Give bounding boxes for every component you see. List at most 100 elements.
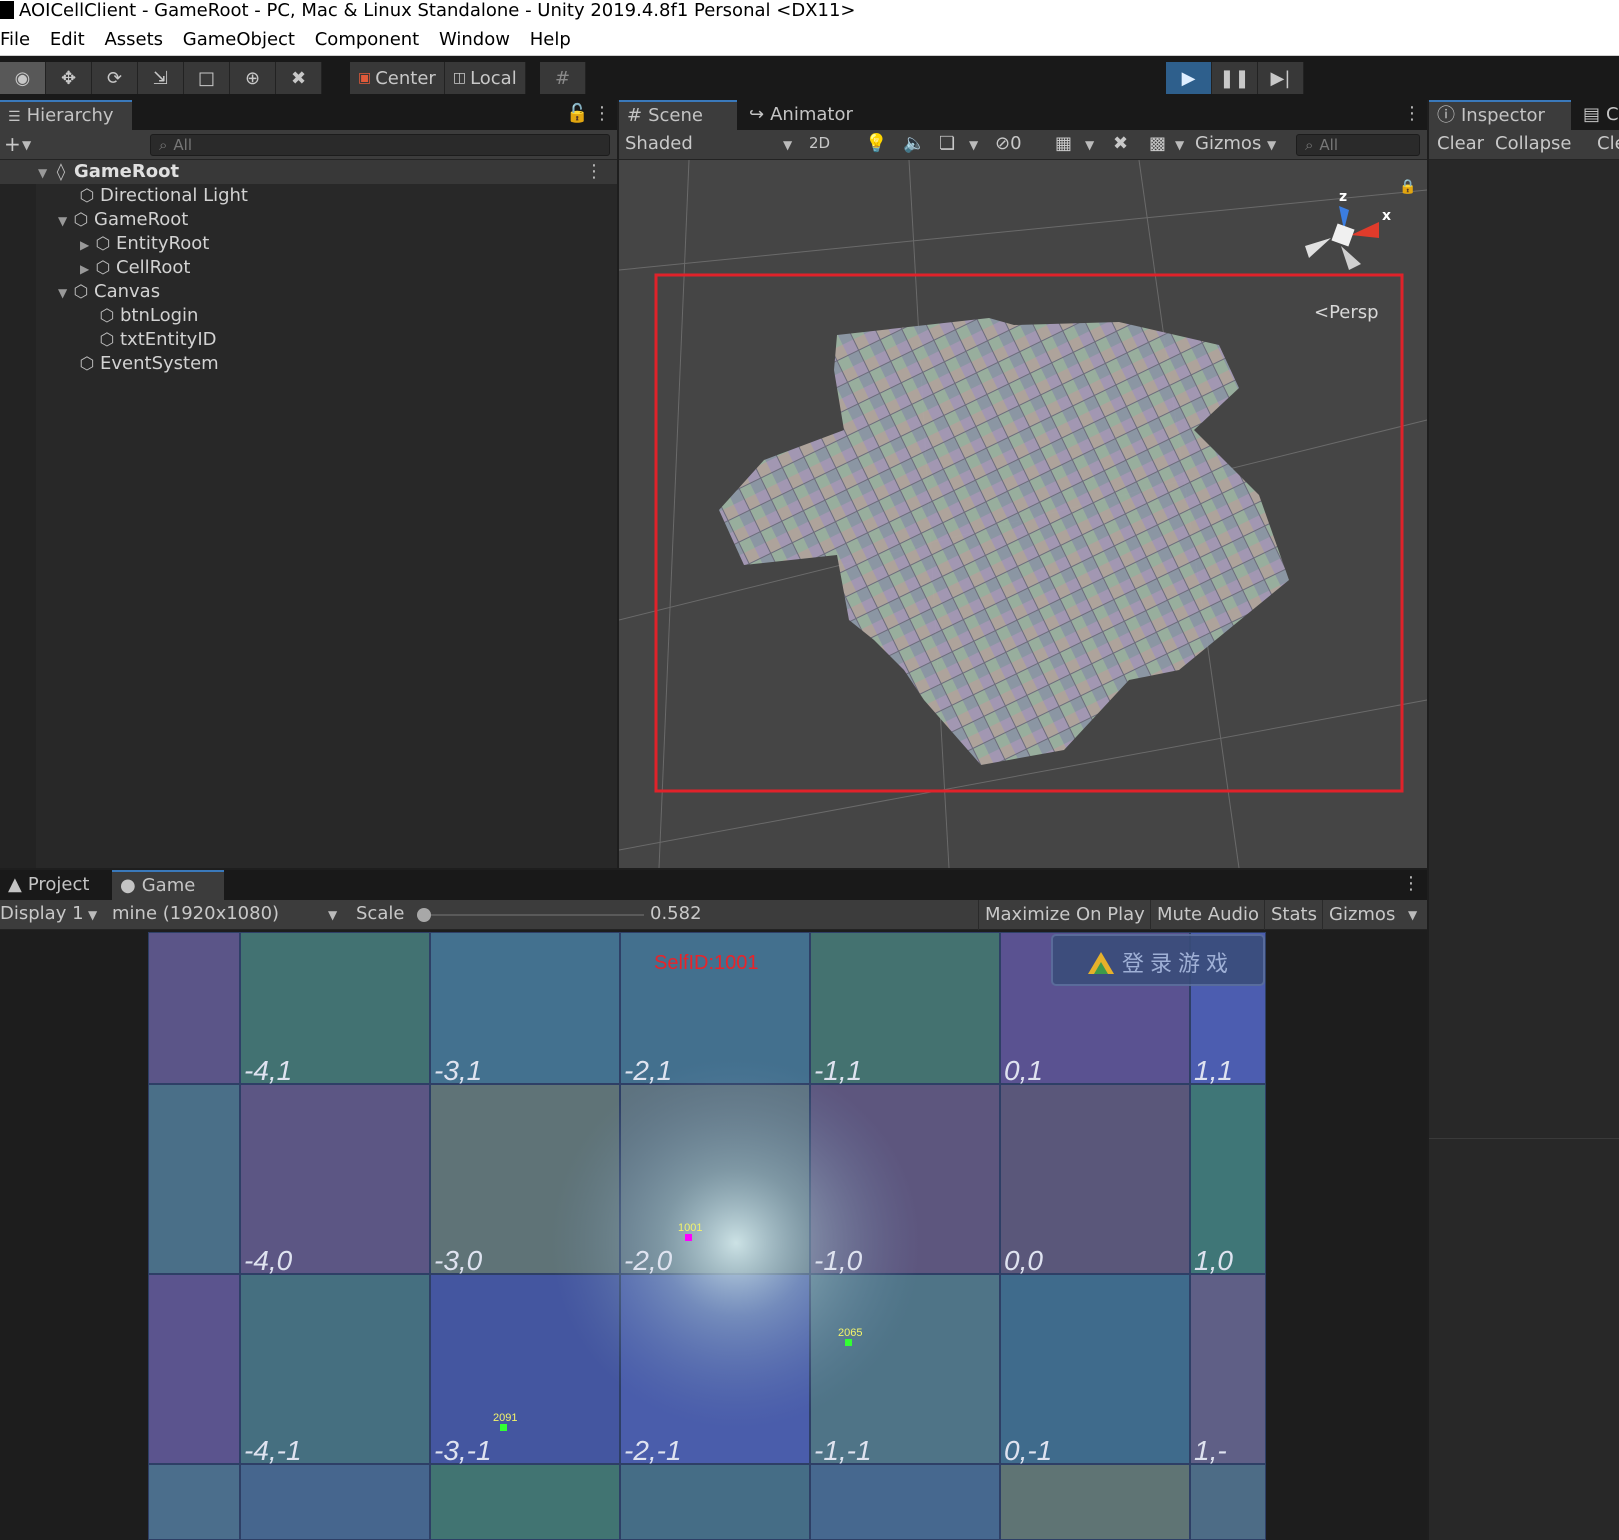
hierarchy-item-cellroot[interactable]: ▶ ⬡ CellRoot bbox=[0, 256, 617, 280]
game-menu-icon[interactable]: ⋮ bbox=[1402, 873, 1420, 894]
scene-viewport[interactable]: z x 🔒 <Persp bbox=[619, 160, 1427, 868]
hierarchy-item-entityroot[interactable]: ▶ ⬡ EntityRoot bbox=[0, 232, 617, 256]
maximize-on-play-button[interactable]: Maximize On Play bbox=[978, 900, 1151, 930]
game-gizmos-dropdown-icon[interactable]: ▼ bbox=[1408, 908, 1417, 922]
menu-edit[interactable]: Edit bbox=[50, 26, 85, 54]
mute-audio-button[interactable]: Mute Audio bbox=[1150, 900, 1265, 930]
game-viewport[interactable]: -4,1 -3,1 -2,1 -1,1 0,1 1,1 -4,0 -3,0 -2,0 -1,0 0,… bbox=[148, 932, 1266, 1540]
scale-icon[interactable]: ⇲ bbox=[138, 62, 184, 94]
expand-arrow-icon[interactable]: ▼ bbox=[58, 281, 72, 305]
persp-label[interactable]: <Persp bbox=[1314, 302, 1379, 323]
lighting-icon[interactable]: 💡 bbox=[865, 133, 887, 154]
hierarchy-menu-icon[interactable]: ⋮ bbox=[593, 103, 611, 124]
hierarchy-item-directional-light[interactable]: ⬡ Directional Light bbox=[0, 184, 617, 208]
eye-icon[interactable]: ◉ bbox=[0, 62, 46, 94]
hidden-count: 0 bbox=[1010, 133, 1022, 154]
hierarchy-item-btnlogin[interactable]: ⬡ btnLogin bbox=[0, 304, 617, 328]
pivot-local-button[interactable]: ◫ Local bbox=[444, 62, 526, 94]
create-icon[interactable]: + bbox=[4, 132, 21, 156]
scene-menu-icon[interactable]: ⋮ bbox=[1403, 103, 1421, 124]
resolution-label: mine (1920x1080) bbox=[112, 903, 280, 924]
inspector-divider bbox=[1429, 1138, 1619, 1139]
tab-animator[interactable]: ↪ Animator bbox=[741, 100, 861, 130]
pivot-center-button[interactable]: ▣ Center bbox=[350, 62, 445, 94]
stats-button[interactable]: Stats bbox=[1264, 900, 1323, 930]
console-clear-button[interactable]: Clear bbox=[1437, 133, 1484, 154]
hierarchy-item-txtentityid[interactable]: ⬡ txtEntityID bbox=[0, 328, 617, 352]
audio-icon[interactable]: 🔈 bbox=[903, 133, 925, 154]
custom-tool-icon[interactable]: ✖ bbox=[276, 62, 322, 94]
entity-id-label: 1001 bbox=[678, 1222, 702, 1234]
unity-app-icon bbox=[0, 1, 14, 19]
resolution-dropdown[interactable]: mine (1920x1080) bbox=[112, 903, 279, 924]
scale-slider-thumb[interactable] bbox=[417, 908, 431, 922]
tab-project-label: Project bbox=[27, 874, 90, 895]
grid-dropdown-icon[interactable]: ▼ bbox=[1085, 138, 1094, 152]
scene-root-row[interactable]: ▼ ◊ GameRoot ⋮ bbox=[0, 160, 617, 184]
expand-arrow-icon[interactable]: ▼ bbox=[58, 209, 72, 233]
gizmos-button[interactable]: Gizmos bbox=[1195, 133, 1261, 154]
gizmos-dropdown-icon[interactable]: ▼ bbox=[1267, 138, 1276, 152]
gizmo-lock-icon[interactable]: 🔒 bbox=[1399, 179, 1416, 195]
play-controls: ▶ ❚❚ ▶| bbox=[1166, 62, 1304, 94]
play-button[interactable]: ▶ bbox=[1166, 62, 1212, 94]
collapse-arrow-icon[interactable]: ▶ bbox=[80, 233, 94, 257]
console-collapse-button[interactable]: Collapse bbox=[1495, 133, 1572, 154]
tab-inspector[interactable]: ⓘ Inspector bbox=[1429, 100, 1571, 130]
move-icon[interactable]: ✥ bbox=[46, 62, 92, 94]
hierarchy-item-canvas[interactable]: ▼ ⬡ Canvas bbox=[0, 280, 617, 304]
tab-game[interactable]: ● Game bbox=[112, 870, 224, 900]
resolution-dropdown-icon[interactable]: ▼ bbox=[328, 908, 337, 922]
entity-marker bbox=[685, 1234, 692, 1241]
effects-icon[interactable]: ❏ bbox=[939, 133, 955, 154]
menu-assets[interactable]: Assets bbox=[104, 26, 163, 54]
tab-project[interactable]: ▲ Project bbox=[0, 870, 97, 900]
login-button-label: 登录游戏 bbox=[1122, 952, 1234, 977]
camera-dropdown-icon[interactable]: ▼ bbox=[1175, 138, 1184, 152]
display-dropdown-icon[interactable]: ▼ bbox=[88, 908, 97, 922]
create-dropdown-icon[interactable]: ▼ bbox=[22, 138, 31, 152]
tab-hierarchy[interactable]: ☰ Hierarchy bbox=[0, 100, 132, 130]
entity-marker bbox=[845, 1339, 852, 1346]
tab-console[interactable]: ▤ C bbox=[1575, 100, 1619, 130]
tab-scene[interactable]: # Scene bbox=[619, 100, 737, 130]
game-gizmos-button[interactable]: Gizmos bbox=[1322, 900, 1401, 930]
display-dropdown[interactable]: Display 1 bbox=[0, 903, 84, 924]
toggle-2d-button[interactable]: 2D bbox=[809, 134, 830, 152]
gizmo-x-label: x bbox=[1382, 208, 1391, 224]
collapse-arrow-icon[interactable]: ▶ bbox=[80, 257, 94, 281]
step-button[interactable]: ▶| bbox=[1258, 62, 1304, 94]
scale-slider-track[interactable] bbox=[424, 914, 644, 916]
lock-icon[interactable]: 🔓 bbox=[566, 103, 588, 124]
pause-button[interactable]: ❚❚ bbox=[1212, 62, 1258, 94]
menu-file[interactable]: File bbox=[0, 26, 30, 54]
menu-window[interactable]: Window bbox=[439, 26, 510, 54]
pivot-local-label: Local bbox=[470, 67, 517, 89]
grid-icon[interactable]: ▦ bbox=[1055, 133, 1072, 154]
effects-dropdown-icon[interactable]: ▼ bbox=[969, 138, 978, 152]
hierarchy-search-input[interactable]: ⌕ All bbox=[150, 134, 610, 156]
console-clear-on-play-button[interactable]: Cle bbox=[1597, 133, 1619, 154]
menu-component[interactable]: Component bbox=[315, 26, 420, 54]
shading-mode-dropdown[interactable]: Shaded bbox=[625, 133, 693, 154]
hierarchy-item-eventsystem[interactable]: ⬡ EventSystem bbox=[0, 352, 617, 376]
scene-search-input[interactable]: ⌕ All bbox=[1296, 134, 1420, 156]
scene-menu-icon[interactable]: ⋮ bbox=[585, 160, 603, 184]
hierarchy-item-label: EntityRoot bbox=[116, 233, 210, 254]
rect-icon[interactable]: □ bbox=[184, 62, 230, 94]
login-button[interactable]: 登录游戏 bbox=[1051, 934, 1265, 986]
self-id-text: SelfID:1001 bbox=[654, 952, 759, 974]
camera-icon[interactable]: ▩ bbox=[1149, 133, 1166, 154]
hierarchy-item-gameroot[interactable]: ▼ ⬡ GameRoot bbox=[0, 208, 617, 232]
rotate-icon[interactable]: ⟳ bbox=[92, 62, 138, 94]
menu-gameobject[interactable]: GameObject bbox=[183, 26, 295, 54]
tools-icon[interactable]: ✖ bbox=[1113, 133, 1128, 154]
snap-grid-icon[interactable]: # bbox=[540, 62, 586, 94]
hidden-objects-button[interactable]: ⊘0 bbox=[995, 133, 1022, 154]
expand-arrow-icon[interactable]: ▼ bbox=[38, 161, 52, 185]
menu-help[interactable]: Help bbox=[530, 26, 571, 54]
entity-id-label: 2065 bbox=[838, 1327, 862, 1339]
shading-dropdown-icon[interactable]: ▼ bbox=[783, 138, 792, 152]
transform-icon[interactable]: ⊕ bbox=[230, 62, 276, 94]
cell-coordinate-label: -2,1 bbox=[624, 1055, 672, 1086]
